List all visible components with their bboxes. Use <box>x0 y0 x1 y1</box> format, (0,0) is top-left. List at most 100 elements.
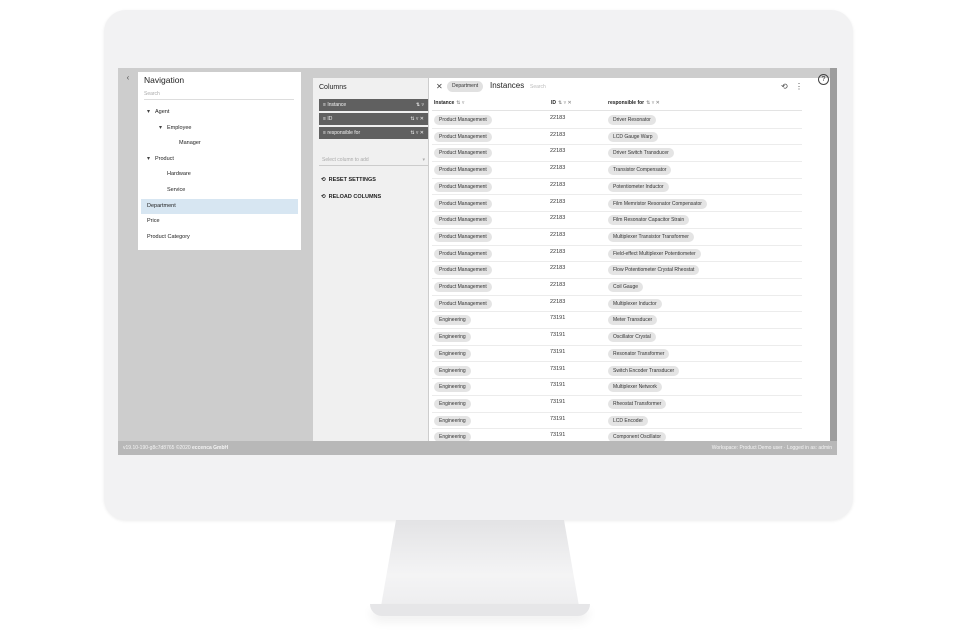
column-chip[interactable]: ≡ responsible for ⇅ ▿ ✕ <box>319 127 428 139</box>
chevron-down-icon[interactable]: ▾ <box>159 121 167 136</box>
columns-panel: Columns ≡ Instance ⇅ ▿ ≡ ID ⇅ ▿ ✕ ≡ responsi… <box>313 78 428 441</box>
responsible-for-chip[interactable]: Coil Gauge <box>608 282 644 292</box>
instance-chip[interactable]: Product Management <box>434 165 492 176</box>
sort-filter-icon[interactable]: ⇅ ▿ ✕ <box>558 100 572 106</box>
chevron-left-icon[interactable]: ‹ <box>122 72 134 84</box>
responsible-for-chip[interactable]: Driver Resonator <box>608 115 656 125</box>
responsible-for-chip[interactable]: Driver Switch Transducer <box>608 148 674 159</box>
table-row[interactable]: Product Management 22183 Coil Gauge <box>432 279 802 296</box>
column-header-id[interactable]: ID ⇅ ▿ ✕ <box>551 100 572 106</box>
sort-filter-icon[interactable]: ⇅ ▿ ✕ <box>410 116 424 122</box>
instance-chip[interactable]: Engineering <box>434 348 471 359</box>
responsible-for-chip[interactable]: Multiplexer Inductor <box>608 298 662 309</box>
reset-settings-button[interactable]: ⟲ RESET SETTINGS <box>321 177 376 183</box>
instance-chip[interactable]: Product Management <box>434 131 492 142</box>
instance-chip[interactable]: Product Management <box>434 248 492 259</box>
table-row[interactable]: Product Management 22183 Potentiometer Ind… <box>432 179 802 196</box>
navigation-item[interactable]: ▾ Employee <box>141 121 298 136</box>
column-chip[interactable]: ≡ Instance ⇅ ▿ <box>319 99 428 111</box>
responsible-for-chip[interactable]: Film Resonator Capacitor Strain <box>608 215 690 226</box>
help-circle-icon[interactable]: ? <box>818 74 829 85</box>
responsible-for-chip[interactable]: Component Oscillator <box>608 432 667 441</box>
instance-chip[interactable]: Product Management <box>434 298 492 309</box>
instance-chip[interactable]: Product Management <box>434 215 492 226</box>
instance-chip[interactable]: Product Management <box>434 115 492 125</box>
instance-chip[interactable]: Product Management <box>434 148 492 159</box>
chevron-down-icon[interactable]: ▾ <box>147 152 155 167</box>
department-filter-chip[interactable]: Department <box>447 81 484 92</box>
sort-filter-icon[interactable]: ⇅ ▿ ✕ <box>646 100 660 106</box>
instances-search-input[interactable]: Search <box>530 84 546 90</box>
navigation-item[interactable]: Service <box>141 183 298 198</box>
sort-filter-icon[interactable]: ⇅ ▿ <box>456 100 464 106</box>
close-icon[interactable]: ✕ <box>436 82 443 91</box>
id-cell: 73191 <box>550 365 566 372</box>
instance-chip[interactable]: Engineering <box>434 315 471 326</box>
table-row[interactable]: Engineering 73191 Oscillator Crystal <box>432 329 802 346</box>
table-row[interactable]: Engineering 73191 Meter Transducer <box>432 312 802 330</box>
column-header-instance[interactable]: Instance ⇅ ▿ <box>434 100 464 106</box>
sort-filter-icon[interactable]: ⇅ ▿ <box>416 102 424 108</box>
table-row[interactable]: Product Management 22183 Film Resonator Ca… <box>432 212 802 229</box>
responsible-for-chip[interactable]: LCD Encoder <box>608 415 649 426</box>
instance-chip[interactable]: Engineering <box>434 382 471 393</box>
chevron-down-icon[interactable]: ▾ <box>147 105 155 120</box>
navigation-item[interactable]: ▾ Agent <box>141 105 298 120</box>
table-row[interactable]: Product Management 22183 Film Memristor Re… <box>432 196 802 213</box>
responsible-for-chip[interactable]: Oscillator Crystal <box>608 332 656 343</box>
responsible-for-chip[interactable]: Switch Encoder Transducer <box>608 365 680 376</box>
navigation-item[interactable]: Manager <box>141 136 298 151</box>
responsible-for-chip[interactable]: Meter Transducer <box>608 315 658 326</box>
table-row[interactable]: Product Management 22183 Multiplexer Induc… <box>432 296 802 313</box>
screen: ‹ Navigation Search ▾ Agent ▾ Employee Manag… <box>118 68 837 455</box>
more-vertical-icon[interactable]: ⋮ <box>795 82 803 91</box>
responsible-for-chip[interactable]: Potentiometer Inductor <box>608 181 669 192</box>
table-row[interactable]: Engineering 73191 Component Oscillator <box>432 429 802 441</box>
instance-chip[interactable]: Product Management <box>434 265 492 276</box>
instance-chip[interactable]: Product Management <box>434 231 492 242</box>
responsible-for-chip[interactable]: Multiplexer Network <box>608 382 662 393</box>
add-column-select[interactable]: Select column to add ▾ <box>319 154 428 166</box>
responsible-for-chip[interactable]: Film Memristor Resonator Compensator <box>608 198 707 209</box>
responsible-for-chip[interactable]: Transistor Compensator <box>608 165 672 176</box>
table-row[interactable]: Product Management 22183 Flow Potentiomete… <box>432 262 802 279</box>
instance-chip[interactable]: Engineering <box>434 415 471 426</box>
table-row[interactable]: Engineering 73191 Multiplexer Network <box>432 379 802 396</box>
instance-chip[interactable]: Engineering <box>434 365 471 376</box>
scrollbar[interactable] <box>830 68 837 441</box>
table-row[interactable]: Product Management 22183 Driver Resonator <box>432 112 802 129</box>
navigation-item[interactable]: Price <box>141 214 298 229</box>
instance-chip[interactable]: Product Management <box>434 198 492 209</box>
reload-columns-button[interactable]: ⟲ RELOAD COLUMNS <box>321 194 381 200</box>
navigation-search-input[interactable]: Search <box>144 90 294 100</box>
sort-filter-icon[interactable]: ⇅ ▿ ✕ <box>410 130 424 136</box>
responsible-for-chip[interactable]: Multiplexer Transistor Transformer <box>608 231 694 242</box>
table-row[interactable]: Engineering 73191 Rheostat Transformer <box>432 396 802 413</box>
table-row[interactable]: Product Management 22183 Driver Switch Tra… <box>432 145 802 163</box>
responsible-for-chip[interactable]: Field-effect Multiplexer Potentiometer <box>608 248 701 259</box>
navigation-item-label: Employee <box>167 124 192 131</box>
table-row[interactable]: Engineering 73191 Switch Encoder Transduce… <box>432 363 802 380</box>
navigation-item[interactable]: Hardware <box>141 167 298 182</box>
table-row[interactable]: Engineering 73191 LCD Encoder <box>432 413 802 430</box>
instance-chip[interactable]: Product Management <box>434 282 492 292</box>
table-row[interactable]: Product Management 22183 Transistor Compen… <box>432 162 802 179</box>
column-chip[interactable]: ≡ ID ⇅ ▿ ✕ <box>319 113 428 125</box>
instance-chip[interactable]: Engineering <box>434 332 471 343</box>
table-row[interactable]: Product Management 22183 Multiplexer Trans… <box>432 229 802 246</box>
history-icon[interactable]: ⟲ <box>781 82 788 91</box>
table-row[interactable]: Product Management 22183 LCD Gauge Warp <box>432 129 802 146</box>
responsible-for-chip[interactable]: Rheostat Transformer <box>608 398 667 409</box>
instance-chip[interactable]: Engineering <box>434 398 471 409</box>
table-row[interactable]: Product Management 22183 Field-effect Mult… <box>432 246 802 263</box>
responsible-for-chip[interactable]: Flow Potentiometer Crystal Rheostat <box>608 265 700 276</box>
instance-chip[interactable]: Product Management <box>434 181 492 192</box>
navigation-item[interactable]: Product Category <box>141 230 298 245</box>
navigation-item[interactable]: Department <box>141 198 298 214</box>
instance-chip[interactable]: Engineering <box>434 432 471 441</box>
navigation-item[interactable]: ▾ Product <box>141 152 298 167</box>
column-header-responsible-for[interactable]: responsible for ⇅ ▿ ✕ <box>608 100 660 106</box>
responsible-for-chip[interactable]: LCD Gauge Warp <box>608 131 658 142</box>
responsible-for-chip[interactable]: Resonator Transformer <box>608 348 670 359</box>
table-row[interactable]: Engineering 73191 Resonator Transformer <box>432 346 802 363</box>
